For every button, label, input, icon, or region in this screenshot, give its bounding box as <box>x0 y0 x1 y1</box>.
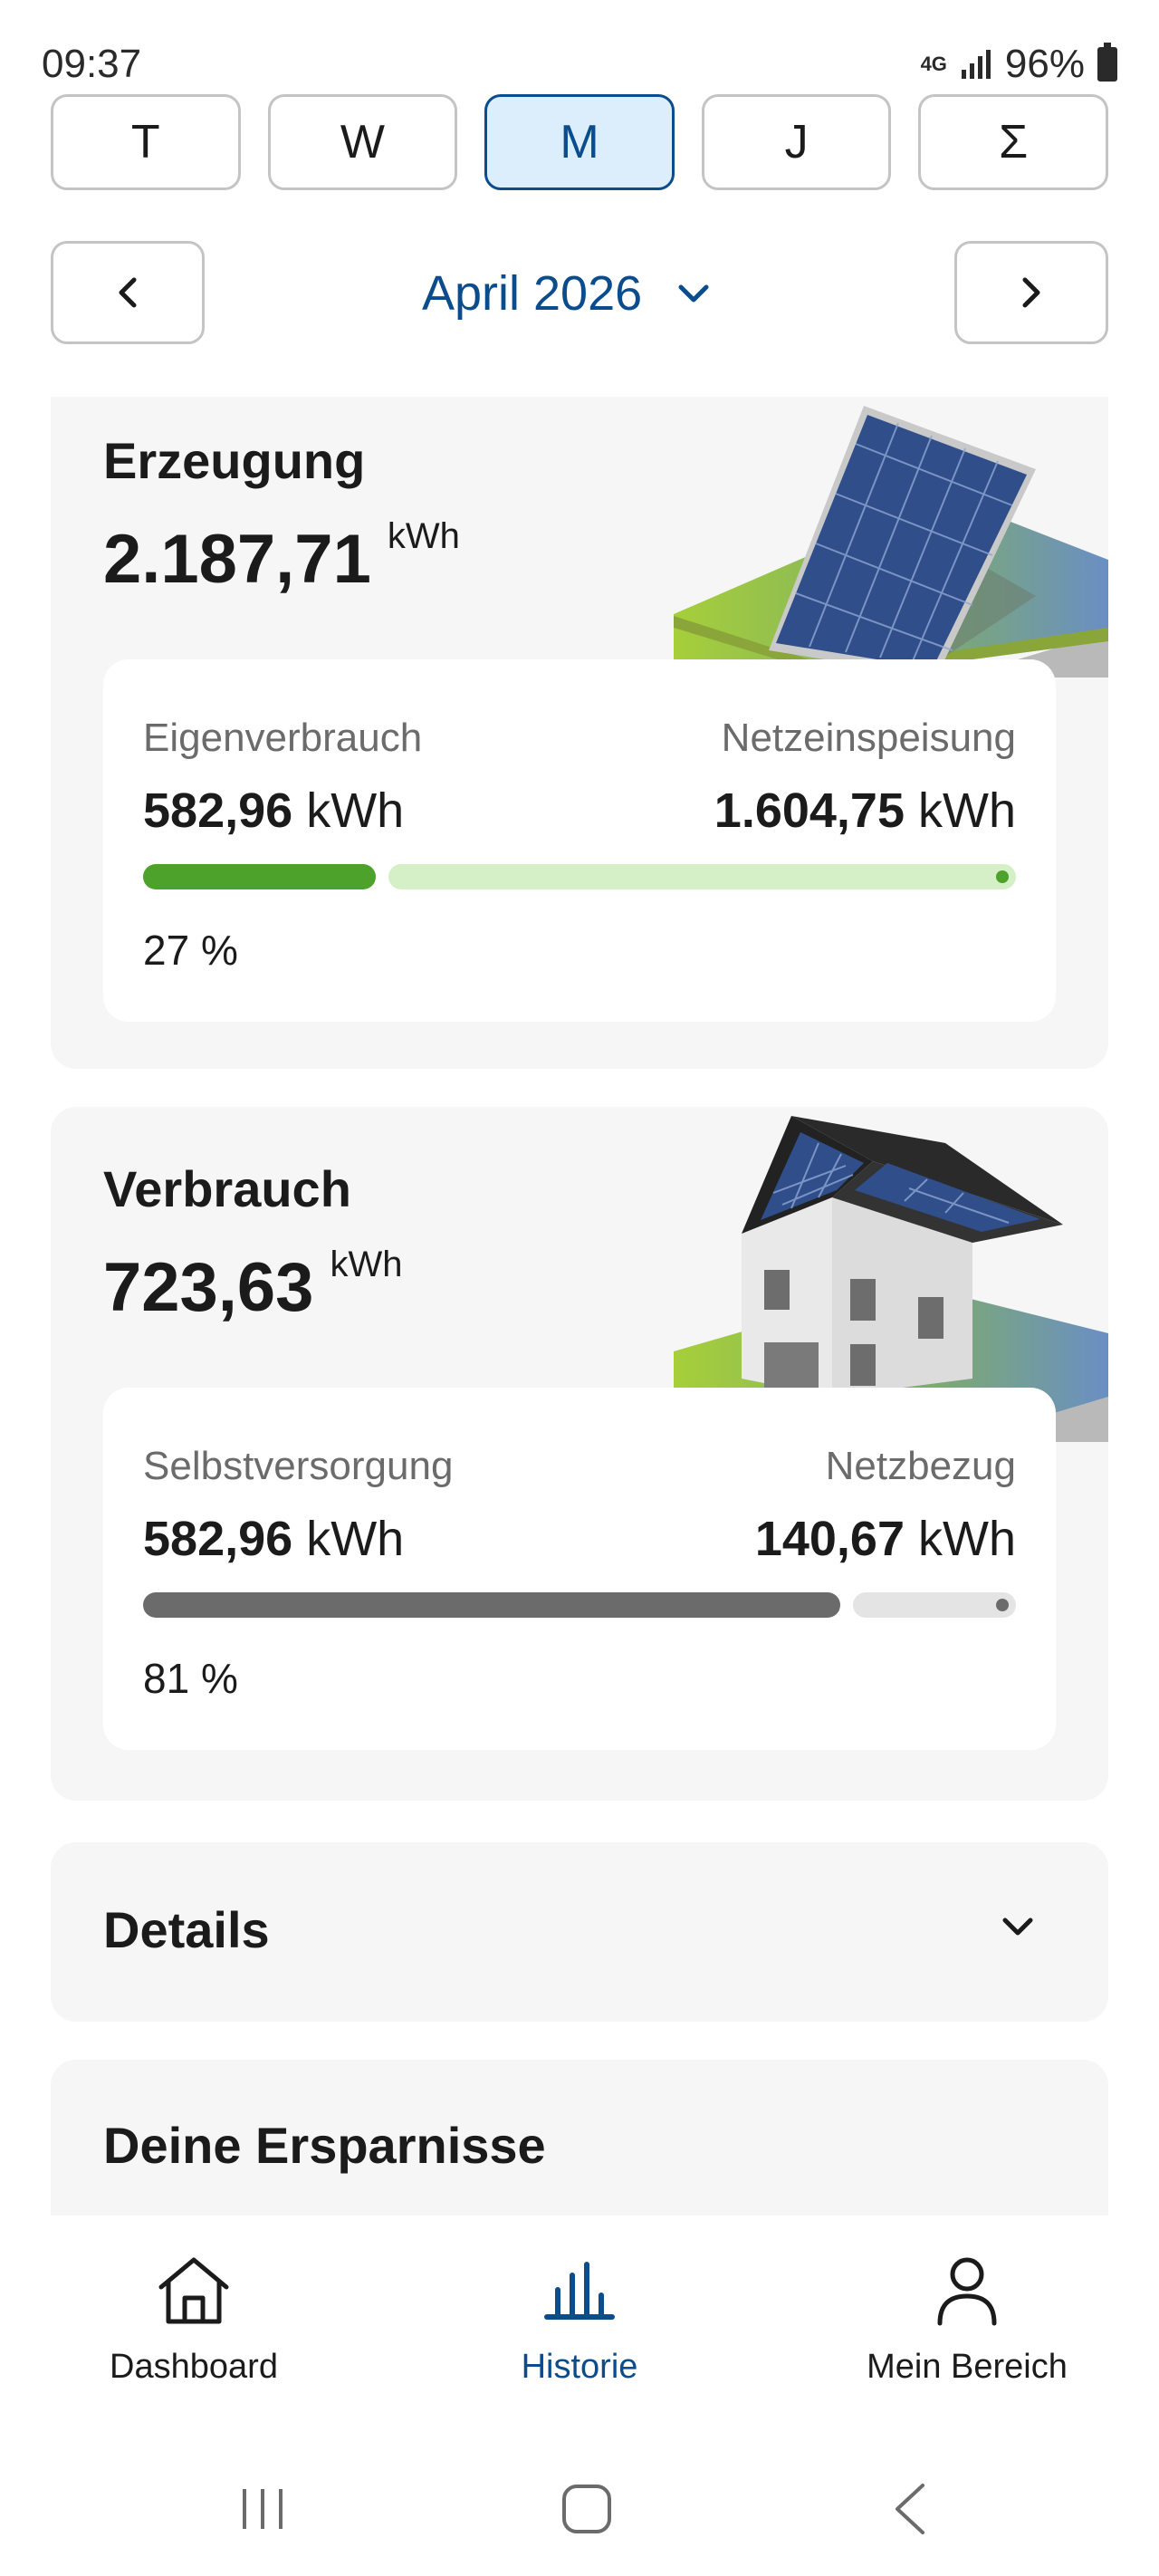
grid-purchase-number: 140,67 <box>754 1512 905 1566</box>
bar-end-dot <box>996 870 1009 883</box>
generation-total: 2.187,71 kWh <box>103 516 460 599</box>
self-supply-label: Selbstversorgung <box>143 1444 454 1488</box>
self-supply-value: 582,96 kWh <box>143 1511 404 1567</box>
home-icon <box>156 2250 232 2331</box>
details-section[interactable]: Details <box>51 1842 1108 2022</box>
details-title: Details <box>103 1901 270 1958</box>
self-consumption-bar-fill <box>143 864 376 889</box>
self-consumption-unit: kWh <box>306 783 405 838</box>
back-icon <box>896 2484 924 2534</box>
self-consumption-percent: 27 % <box>143 927 238 974</box>
chevron-down-icon <box>1002 1918 1033 1936</box>
nav-my-area[interactable]: Mein Bereich <box>831 2216 1103 2424</box>
grid-feed-in-value: 1.604,75 kWh <box>714 783 1016 839</box>
battery-icon <box>1097 43 1117 82</box>
generation-value: 2.187,71 <box>103 521 371 598</box>
grid-feed-in-label: Netzeinspeisung <box>721 716 1016 760</box>
bar-chart-icon <box>541 2250 618 2331</box>
grid-purchase-label: Netzbezug <box>825 1444 1016 1488</box>
next-period-button[interactable] <box>954 241 1108 344</box>
network-icon: 4G <box>920 53 947 75</box>
grid-purchase-value: 140,67 kWh <box>755 1511 1016 1567</box>
consumption-title: Verbrauch <box>103 1160 351 1217</box>
consumption-card: Verbrauch 723,63 kWh Selbstversorgung Ne… <box>51 1107 1108 1801</box>
self-supply-progress-bar <box>143 1592 1016 1618</box>
system-navigation-bar <box>0 2446 1159 2576</box>
recent-apps-icon <box>243 2489 283 2529</box>
date-navigation: April 2026 <box>51 241 1108 344</box>
bottom-navigation: Dashboard Historie Mein Bereich <box>0 2216 1159 2424</box>
self-consumption-number: 582,96 <box>143 783 293 838</box>
period-tabs: T W M J Σ <box>51 94 1108 190</box>
generation-unit: kWh <box>387 516 460 556</box>
home-system-button[interactable] <box>532 2473 641 2545</box>
grid-feed-in-unit: kWh <box>918 783 1016 838</box>
self-supply-percent: 81 % <box>143 1655 238 1702</box>
solar-panel-illustration <box>674 406 1108 678</box>
bar-end-dot <box>996 1599 1009 1611</box>
consumption-unit: kWh <box>330 1245 403 1284</box>
generation-title: Erzeugung <box>103 432 366 489</box>
battery-text: 96% <box>1004 42 1085 86</box>
grid-purchase-bar-fill <box>853 1592 1016 1618</box>
nav-history[interactable]: Historie <box>444 2216 715 2424</box>
back-system-button[interactable] <box>857 2473 965 2545</box>
nav-my-area-label: Mein Bereich <box>867 2348 1068 2386</box>
signal-icon <box>961 50 991 79</box>
grid-feed-in-bar-fill <box>388 864 1016 889</box>
consumption-total: 723,63 kWh <box>103 1245 403 1327</box>
self-consumption-progress-bar <box>143 864 1016 889</box>
nav-dashboard[interactable]: Dashboard <box>58 2216 330 2424</box>
previous-period-button[interactable] <box>51 241 205 344</box>
month-selector[interactable]: April 2026 <box>422 266 711 321</box>
nav-history-label: Historie <box>521 2348 638 2386</box>
recent-apps-button[interactable] <box>208 2473 317 2545</box>
status-bar: 09:37 4G 96% <box>0 0 1159 91</box>
self-supply-number: 582,96 <box>143 1512 293 1566</box>
consumption-breakdown: Selbstversorgung Netzbezug 582,96 kWh 14… <box>103 1388 1056 1750</box>
status-time: 09:37 <box>42 42 142 86</box>
self-consumption-value: 582,96 kWh <box>143 783 404 839</box>
tab-day[interactable]: T <box>51 94 241 190</box>
status-icons: 4G 96% <box>921 42 1117 87</box>
tab-total[interactable]: Σ <box>918 94 1108 190</box>
nav-dashboard-label: Dashboard <box>110 2348 278 2386</box>
self-consumption-label: Eigenverbrauch <box>143 716 423 760</box>
tab-year[interactable]: J <box>701 94 892 190</box>
selected-month: April 2026 <box>422 266 643 321</box>
self-supply-bar-fill <box>143 1592 840 1618</box>
savings-title: Deine Ersparnisse <box>103 2117 546 2174</box>
network-type: 4G <box>920 53 947 75</box>
grid-purchase-unit: kWh <box>918 1512 1016 1566</box>
chevron-left-icon <box>119 277 137 308</box>
generation-breakdown: Eigenverbrauch Netzeinspeisung 582,96 kW… <box>103 659 1056 1022</box>
grid-feed-in-number: 1.604,75 <box>714 783 905 838</box>
self-supply-unit: kWh <box>306 1512 405 1566</box>
person-icon <box>931 2250 1003 2331</box>
generation-card: Erzeugung 2.187,71 kWh Eigenverbrauch Ne… <box>51 397 1108 1069</box>
tab-month[interactable]: M <box>484 94 675 190</box>
tab-week[interactable]: W <box>267 94 458 190</box>
home-square-icon <box>562 2485 611 2533</box>
chevron-right-icon <box>1022 277 1040 308</box>
chevron-down-icon <box>678 284 709 303</box>
consumption-value: 723,63 <box>103 1249 314 1326</box>
